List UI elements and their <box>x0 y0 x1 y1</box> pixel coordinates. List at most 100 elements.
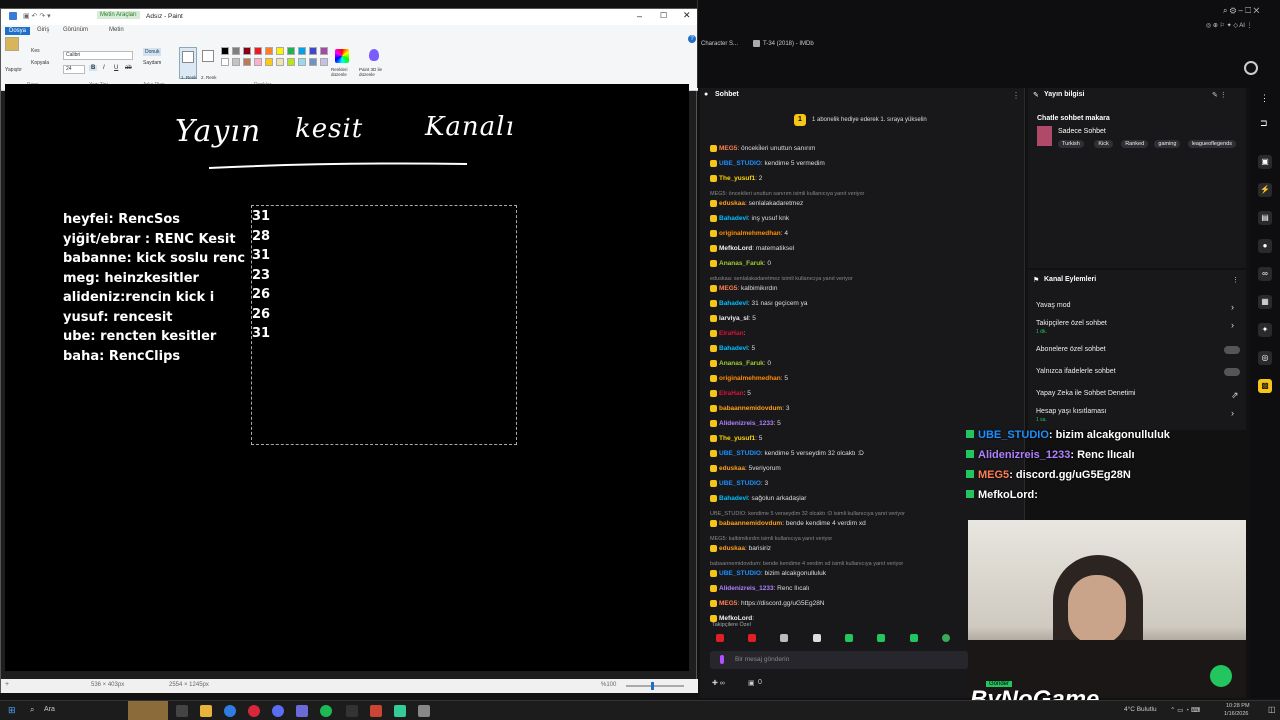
browser-tab-2[interactable]: T-34 (2018) - IMDb <box>763 41 814 47</box>
palette-color-swatch[interactable] <box>298 47 306 55</box>
chat-username[interactable]: UBE_STUDIO <box>719 450 761 457</box>
palette-color-swatch[interactable] <box>243 47 251 55</box>
bold-button[interactable]: B <box>89 65 98 71</box>
chat-message[interactable]: babaannemidovdum: 3 <box>710 405 789 412</box>
chat-username[interactable]: Alidenizreis_1233 <box>719 585 774 592</box>
spotify-icon[interactable] <box>320 705 332 717</box>
channel-action-row[interactable]: Yapay Zeka ile Sohbet Denetimi ⇗ <box>1028 390 1246 406</box>
chat-username[interactable]: Bahadevl <box>719 495 748 502</box>
paint3d-label[interactable]: Paint 3D ile düzenle <box>359 67 393 77</box>
chat-message[interactable]: MEG5: kalbimikırdın <box>710 285 778 292</box>
font-size-select[interactable]: 24 <box>63 65 85 74</box>
palette-color-swatch[interactable] <box>232 47 240 55</box>
chat-username[interactable]: MEG5 <box>719 145 737 152</box>
italic-button[interactable]: I <box>103 65 105 71</box>
chat-username[interactable]: UBE_STUDIO <box>719 480 761 487</box>
close-button[interactable]: ✕ <box>683 10 691 21</box>
chat-message[interactable]: UBE_STUDIO: bizim alcakgonulluluk <box>710 570 826 577</box>
chevron-right-icon[interactable]: › <box>1231 302 1234 312</box>
cut-button[interactable]: Kes <box>31 48 40 54</box>
chat-username[interactable]: The_yusuf1 <box>719 175 755 182</box>
stream-tag[interactable]: gaming <box>1154 140 1181 148</box>
edit-colors-icon[interactable] <box>335 49 349 63</box>
chat-username[interactable]: eduskaa <box>719 465 745 472</box>
palette-color-swatch[interactable] <box>309 47 317 55</box>
system-tray-icons[interactable]: ⌃ ▭ ◔ ⌨ <box>1170 706 1200 714</box>
channel-action-row[interactable]: Yalnızca ifadelerle sohbet <box>1028 368 1246 384</box>
palette-color-swatch[interactable] <box>265 47 273 55</box>
edge-icon[interactable] <box>224 705 236 717</box>
tab-home[interactable]: Giriş <box>37 27 49 33</box>
font-name-select[interactable]: Calibri <box>63 51 133 60</box>
toggle-switch[interactable] <box>1224 368 1240 376</box>
stream-tag[interactable]: leagueoflegends <box>1187 140 1236 148</box>
rail-collapse-icon[interactable]: ⊐ <box>1260 118 1268 129</box>
chat-reply-context[interactable]: MEG5: kalbimikırdın isimli kullanıcıya y… <box>710 536 832 542</box>
weather-widget[interactable]: 4°C Bulutlu <box>1124 706 1157 713</box>
chat-message[interactable]: ElraHan: 5 <box>710 390 751 397</box>
browser-window-controls[interactable]: ⌕ ⚙ – ☐ ✕ <box>1223 6 1259 16</box>
strike-button[interactable]: ab <box>125 65 132 71</box>
chat-username[interactable]: MEG5 <box>719 285 737 292</box>
opaque-button[interactable]: Donuk <box>143 48 162 56</box>
palette-color-swatch[interactable] <box>221 58 229 66</box>
chat-username[interactable]: The_yusuf1 <box>719 435 755 442</box>
rail-menu-icon[interactable]: ⋮ <box>1260 93 1269 104</box>
discord-icon[interactable] <box>272 705 284 717</box>
chat-username[interactable]: UBE_STUDIO <box>719 160 761 167</box>
pinned-message[interactable]: 1 abonelik hediye ederek 1. sıraya yükse… <box>812 117 927 123</box>
drawing-canvas[interactable]: Yayın kesit Kanalı heyfei: RencSos yiğit/… <box>5 84 689 671</box>
search-icon[interactable]: ⌕ <box>30 705 34 715</box>
palette-color-swatch[interactable] <box>254 47 262 55</box>
browser-tab-1[interactable]: Character S... <box>701 41 738 47</box>
chat-username[interactable]: eduskaa <box>719 200 745 207</box>
emote-icon[interactable] <box>910 634 918 642</box>
chat-message[interactable]: babaannemidovdum: bende kendime 4 verdim… <box>710 520 866 527</box>
palette-color-swatch[interactable] <box>287 47 295 55</box>
chat-username[interactable]: MefkoLord <box>719 245 752 252</box>
chat-username[interactable]: UBE_STUDIO <box>719 570 761 577</box>
palette-color-swatch[interactable] <box>320 47 328 55</box>
chat-message[interactable]: larviya_sl: 5 <box>710 315 756 322</box>
chat-message[interactable]: MefkoLord: matematiksel <box>710 245 794 252</box>
channel-action-row[interactable]: Hesap yaşı kısıtlaması 1 sa. › <box>1028 408 1246 424</box>
chat-message[interactable]: UBE_STUDIO: kendime 5 vermedim <box>710 160 825 167</box>
palette-color-swatch[interactable] <box>243 58 251 66</box>
chat-username[interactable]: babaannemidovdum <box>719 405 782 412</box>
rail-button-3[interactable]: ▤ <box>1258 211 1272 225</box>
palette-color-swatch[interactable] <box>265 58 273 66</box>
clock-date[interactable]: 1/16/2026 <box>1224 711 1248 717</box>
chat-reply-context[interactable]: babaannemidovdum: bende kendime 4 verdim… <box>710 561 903 567</box>
opera-icon[interactable] <box>248 705 260 717</box>
search-box[interactable]: Ara <box>44 706 55 713</box>
chat-username[interactable]: MEG5 <box>719 600 737 607</box>
chat-reply-context[interactable]: UBE_STUDIO: kendime 5 verseydim 32 olcak… <box>710 511 905 517</box>
palette-color-swatch[interactable] <box>309 58 317 66</box>
palette-color-swatch[interactable] <box>254 58 262 66</box>
refresh-icon[interactable] <box>1244 61 1258 75</box>
chat-message[interactable]: eduskaa: barisiriz <box>710 545 771 552</box>
file-explorer-icon[interactable] <box>200 705 212 717</box>
chat-message[interactable]: UBE_STUDIO: 3 <box>710 480 768 487</box>
app-icon-3[interactable] <box>394 705 406 717</box>
paste-label[interactable]: Yapıştır <box>5 67 22 73</box>
chat-message[interactable]: Bahadevl: sağolun arkadaşlar <box>710 495 806 502</box>
points-icon[interactable]: ▣ <box>748 679 755 687</box>
chat-username[interactable]: babaannemidovdum <box>719 520 782 527</box>
palette-color-swatch[interactable] <box>232 58 240 66</box>
color2-swatch[interactable] <box>202 50 214 62</box>
chat-message[interactable]: UBE_STUDIO: kendime 5 verseydim 32 olcak… <box>710 450 864 457</box>
toggle-switch[interactable] <box>1224 346 1240 354</box>
chat-username[interactable]: Bahadevl <box>719 215 748 222</box>
maximize-button[interactable]: ☐ <box>660 11 667 20</box>
tab-text[interactable]: Metin <box>109 27 124 33</box>
rail-button-7[interactable]: ✦ <box>1258 323 1272 337</box>
emote-icon[interactable] <box>813 634 821 642</box>
palette-color-swatch[interactable] <box>320 58 328 66</box>
underline-button[interactable]: U <box>114 65 118 71</box>
chat-message[interactable]: Ananas_Faruk: 0 <box>710 260 771 267</box>
stream-category[interactable]: Sadece Sohbet <box>1058 128 1106 135</box>
tab-view[interactable]: Görünüm <box>63 27 88 33</box>
chevron-right-icon[interactable]: › <box>1231 408 1234 418</box>
chat-message[interactable]: Bahadevl: inş yusuf knk <box>710 215 789 222</box>
